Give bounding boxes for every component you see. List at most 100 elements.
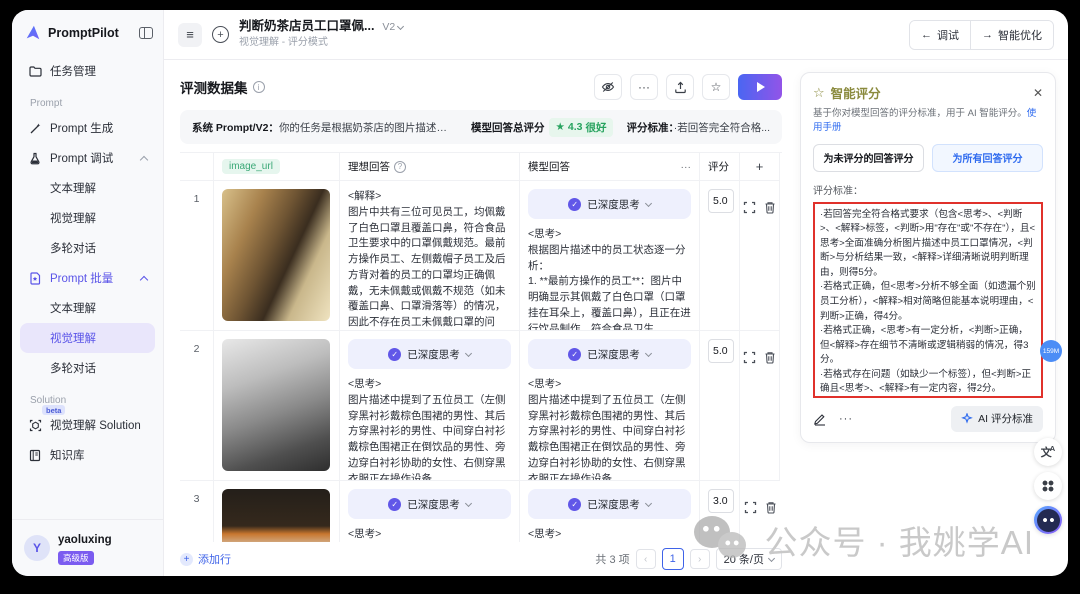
chip-label: 已深度思考 [407,497,460,512]
delete-row-button[interactable] [764,351,776,365]
model-answer-cell[interactable]: ✓已深度思考 <思考> 图片描述中提到了五位员工（左侧穿黑衬衫戴棕色围裙的男性、… [520,331,700,481]
next-page-button[interactable]: › [690,549,710,569]
chevron-up-icon [140,275,148,283]
sidebar-item-prompt-batch[interactable]: Prompt 批量 [20,263,155,293]
close-icon[interactable]: ✕ [1033,86,1043,100]
criteria-more-button[interactable]: ··· [839,413,853,425]
model-answer-cell[interactable]: ✓已深度思考 <思考> [520,481,700,542]
score-input[interactable]: 5.0 [708,189,734,213]
deep-think-chip[interactable]: ✓已深度思考 [348,489,511,519]
export-button[interactable] [666,74,694,100]
dataset-title-text: 评测数据集 [180,77,248,97]
smart-optimize-button[interactable]: →智能优化 [970,21,1053,49]
sidebar-subitem-batch-text[interactable]: 文本理解 [20,293,155,323]
score-cell[interactable]: 5.0 [700,331,740,481]
col-header-model[interactable]: 模型回答··· [520,153,700,181]
edit-criteria-button[interactable] [813,412,827,426]
add-row-button[interactable]: +添加行 [180,551,231,567]
ai-criteria-label: AI 评分标准 [978,411,1033,426]
dataset-title: 评测数据集 i [180,77,265,97]
ai-criteria-button[interactable]: AI 评分标准 [951,406,1043,432]
smart-scoring-panel: ☆ 智能评分 ✕ 基于你对模型回答的评分标准，用于 AI 智能评分。使用手册 为… [800,72,1056,443]
col-header-image[interactable]: image_url [214,153,340,181]
eye-off-icon [601,81,615,93]
ideal-answer-cell[interactable]: ✓已深度思考 <思考> [340,481,520,542]
column-more-icon[interactable]: ··· [681,161,692,173]
batch-doc-star-icon [28,271,42,285]
sidebar-subitem-debug-multiturn[interactable]: 多轮对话 [20,233,155,263]
row-index: 3 [180,481,214,542]
expand-row-button[interactable] [744,501,757,515]
sidebar-subitem-debug-text[interactable]: 文本理解 [20,173,155,203]
sidebar-subitem-batch-multiturn[interactable]: 多轮对话 [20,353,155,383]
col-header-ideal[interactable]: 理想回答? [340,153,520,181]
flask-icon [28,151,42,165]
sidebar-item-prompt-generate[interactable]: Prompt 生成 [20,113,155,143]
expand-row-button[interactable] [743,351,756,365]
folder-icon [28,64,42,78]
deep-think-chip[interactable]: ✓已深度思考 [528,339,691,369]
brand-name: PromptPilot [48,26,133,40]
current-page[interactable]: 1 [662,548,684,570]
sidebar-collapse-icon[interactable] [139,27,153,39]
row-index: 2 [180,331,214,481]
criteria-textarea[interactable]: ·若回答完全符合格式要求（包含<思考>、<判断>、<解释>标签，<判断>用"存在… [813,202,1043,398]
row-image[interactable] [222,189,330,321]
translate-button[interactable]: 文A [1034,438,1062,466]
chevron-down-icon [397,23,404,30]
score-input[interactable]: 5.0 [708,339,734,363]
hide-column-button[interactable] [594,74,622,100]
content-area: ≡ + 判断奶茶店员工口罩佩... V2 视觉理解 - 评分模式 ←调试 →智能… [164,10,1068,576]
page-size-select[interactable]: 20 条/页 [716,548,782,570]
criteria-preview: 评分标准：·若回答完全符合格... [627,120,771,135]
row-image[interactable] [222,489,330,542]
score-cell[interactable]: 5.0 [700,181,740,331]
sidebar-item-vision-solution[interactable]: beta 视觉理解 Solution [20,410,155,440]
model-answer-cell[interactable]: ✓已深度思考 <思考> 根据图片描述中的员工状态逐一分析： 1. **最前方操作… [520,181,700,331]
deep-think-chip[interactable]: ✓已深度思考 [528,189,691,219]
score-unrated-button[interactable]: 为未评分的回答评分 [813,144,924,172]
upload-icon [674,81,687,94]
expand-row-button[interactable] [743,201,756,215]
ai-assistant-button[interactable] [1034,506,1062,534]
run-button[interactable] [738,74,782,100]
deep-think-chip[interactable]: ✓已深度思考 [348,339,511,369]
system-prompt-label: 系统 Prompt/V2： [192,122,279,134]
menu-button[interactable]: ≡ [178,23,202,47]
more-button[interactable]: ··· [630,74,658,100]
delete-row-button[interactable] [765,501,777,515]
apps-grid-button[interactable] [1034,472,1062,500]
score-input[interactable]: 3.0 [708,489,734,513]
ai-sparkle-icon [961,413,973,425]
avatar: Y [24,535,50,561]
ideal-answer-cell[interactable]: <解释> 图片中共有三位可见员工，均佩戴了白色口罩且覆盖口鼻，符合食品卫生要求中… [340,181,520,331]
sidebar-item-prompt-debug[interactable]: Prompt 调试 [20,143,155,173]
ideal-answer-cell[interactable]: ✓已深度思考 <思考> 图片描述中提到了五位员工（左侧穿黑衬衫戴棕色围裙的男性、… [340,331,520,481]
sidebar-item-knowledge-base[interactable]: 知识库 [20,440,155,470]
info-icon[interactable]: i [253,81,265,93]
version-dropdown[interactable]: V2 [382,21,403,34]
sidebar-item-task-management[interactable]: 任务管理 [20,56,155,86]
right-arrow-icon: → [982,29,993,41]
add-column-button[interactable]: + [740,153,780,181]
sidebar-subitem-debug-vision[interactable]: 视觉理解 [20,203,155,233]
score-cell[interactable]: 3.0 [700,481,740,542]
user-profile[interactable]: Y yaoluxing 高级版 [12,519,163,576]
table-grid: image_url 理想回答? 模型回答··· 评分 + 1 <解释> 图片中共… [180,153,782,542]
system-prompt-bar[interactable]: 系统 Prompt/V2：你的任务是根据奶茶店的图片描述，判断奶茶... 模型回… [180,110,782,144]
debug-button[interactable]: ←调试 [910,21,970,49]
col-header-score[interactable]: 评分 [700,153,740,181]
row-image[interactable] [222,339,330,471]
delete-row-button[interactable] [764,201,776,215]
apps-grid-icon [1042,480,1054,492]
image-url-tag: image_url [222,159,280,174]
row-image-cell[interactable] [214,481,340,542]
deep-think-chip[interactable]: ✓已深度思考 [528,489,691,519]
sidebar-subitem-batch-vision[interactable]: 视觉理解 [20,323,155,353]
prev-page-button[interactable]: ‹ [636,549,656,569]
favorite-button[interactable]: ☆ [702,74,730,100]
new-task-button[interactable]: + [212,26,229,43]
row-image-cell[interactable] [214,331,340,481]
row-image-cell[interactable] [214,181,340,331]
score-all-button[interactable]: 为所有回答评分 [932,144,1043,172]
